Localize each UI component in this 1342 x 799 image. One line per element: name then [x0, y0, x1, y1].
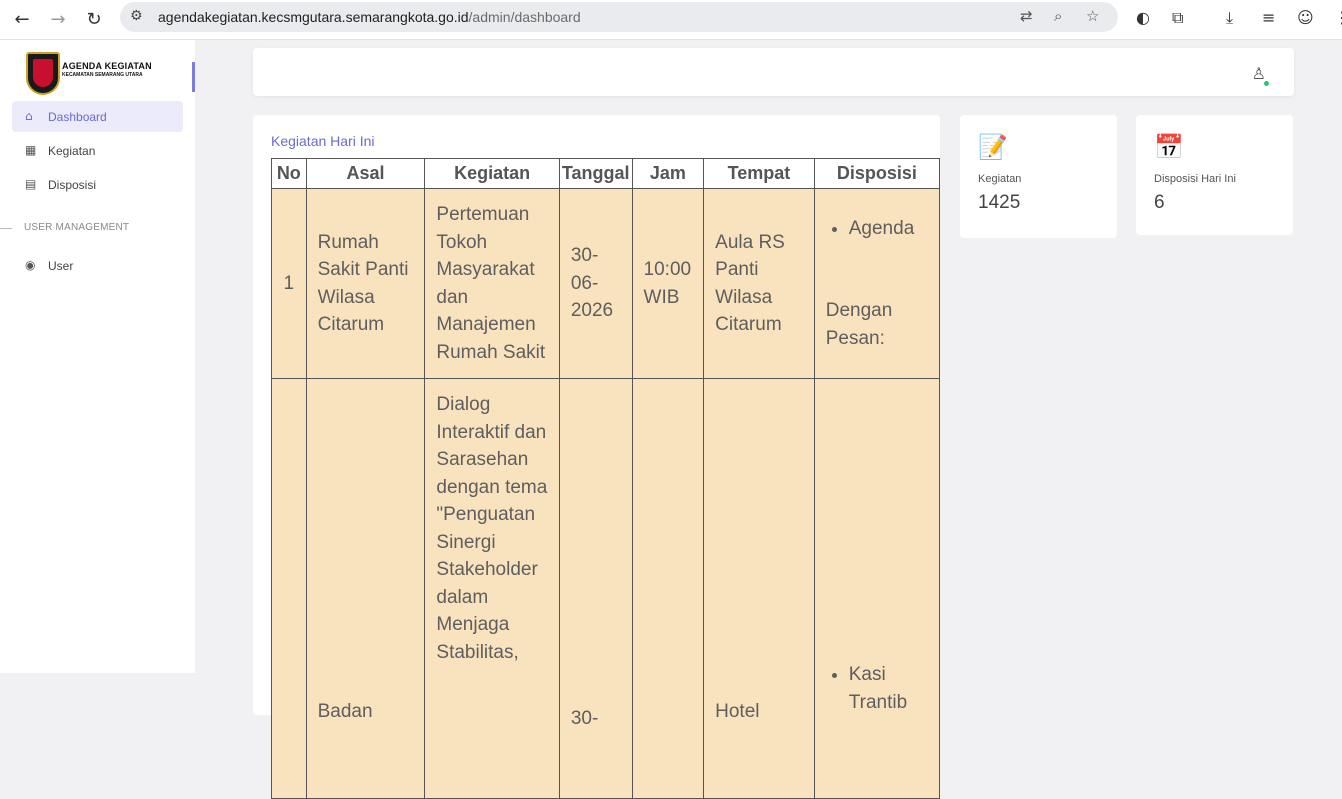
- stat-label: Disposisi Hari Ini: [1154, 173, 1236, 185]
- sidebar-item-label: Disposisi: [48, 178, 97, 192]
- disposisi-item: Agenda: [849, 215, 928, 243]
- column-header: Tempat: [703, 158, 815, 189]
- reload-icon[interactable]: ↻: [80, 6, 108, 34]
- shield-logo-icon: [26, 52, 60, 95]
- disposisi-list: Kasi Trantib: [826, 661, 928, 716]
- bookmark-star-icon[interactable]: ☆: [1086, 7, 1099, 25]
- online-status-dot: [1263, 80, 1270, 87]
- forward-icon[interactable]: →: [44, 6, 72, 34]
- cell-no: 1: [271, 188, 307, 379]
- cell-jam: 10:00 WIB: [631, 188, 705, 379]
- cell-jam: [631, 378, 705, 799]
- cell-asal: Rumah Sakit Panti Wilasa Citarum: [305, 188, 426, 379]
- site-settings-icon[interactable]: ⚙: [130, 8, 143, 24]
- cell-no: [271, 378, 307, 799]
- sidebar-item-user[interactable]: ◉ User: [12, 250, 183, 281]
- cell-disposisi: Kasi Trantib: [813, 378, 941, 799]
- today-activities-card: Kegiatan Hari Ini No Asal Kegiatan Tangg…: [253, 115, 941, 799]
- cell-disposisi: Agenda Dengan Pesan:: [813, 188, 941, 379]
- activities-table: No Asal Kegiatan Tanggal Jam Tempat Disp…: [271, 158, 941, 799]
- stat-card-disposisi: 📅 Disposisi Hari Ini 6: [1136, 115, 1293, 235]
- cell-tempat: Aula RS Panti Wilasa Citarum: [703, 188, 815, 379]
- column-header: Disposisi: [813, 158, 941, 189]
- cell-kegiatan: Pertemuan Tokoh Masyarakat dan Manajemen…: [424, 188, 560, 379]
- logo-subtitle: KECAMATAN SEMARANG UTARA: [62, 72, 143, 78]
- cell-tanggal: 30-: [558, 378, 633, 799]
- stat-value: 1425: [978, 192, 1021, 213]
- sidebar-item-dashboard[interactable]: ⌂ Dashboard: [12, 101, 183, 132]
- stat-value: 6: [1154, 192, 1165, 213]
- active-indicator: [192, 62, 195, 92]
- stat-label: Kegiatan: [978, 173, 1022, 185]
- cell-tanggal: 30-06-2026: [558, 188, 633, 379]
- translate-icon[interactable]: ⇄: [1020, 7, 1033, 25]
- sidebar-item-disposisi[interactable]: ▤ Disposisi: [12, 169, 183, 200]
- logo[interactable]: AGENDA KEGIATAN KECAMATAN SEMARANG UTARA: [26, 52, 186, 96]
- zoom-icon[interactable]: ⌕: [1054, 7, 1062, 25]
- cell-asal-text: Badan: [317, 700, 373, 722]
- calendar-group-icon: 📅: [1154, 133, 1184, 161]
- file-icon: ▤: [25, 177, 37, 191]
- table-row: 1 Rumah Sakit Panti Wilasa Citarum Perte…: [271, 188, 941, 379]
- address-bar[interactable]: ⚙ agendakegiatan.kecsmgutara.semarangkot…: [120, 2, 1118, 32]
- extension-icon[interactable]: ◐: [1136, 8, 1150, 27]
- section-label: USER MANAGEMENT: [24, 222, 130, 233]
- card-title: Kegiatan Hari Ini: [271, 133, 375, 149]
- column-header: No: [271, 158, 307, 189]
- cell-kegiatan: Dialog Interaktif dan Sarasehan dengan t…: [424, 378, 560, 799]
- column-header: Jam: [631, 158, 705, 189]
- sidebar: AGENDA KEGIATAN KECAMATAN SEMARANG UTARA…: [0, 40, 195, 673]
- stat-card-kegiatan: 📝 Kegiatan 1425: [960, 115, 1117, 238]
- menu-icon[interactable]: ⋮: [1334, 8, 1342, 27]
- logo-title: AGENDA KEGIATAN: [62, 61, 152, 71]
- cell-tempat: Hotel: [703, 378, 815, 799]
- section-divider: [0, 228, 12, 229]
- user-circle-icon: ◉: [25, 258, 36, 272]
- download-icon[interactable]: ⤓: [1226, 8, 1233, 28]
- sidebar-item-label: User: [48, 259, 74, 273]
- reading-list-icon[interactable]: ≡: [1262, 8, 1275, 27]
- disposisi-item: Kasi Trantib: [849, 661, 928, 716]
- sidebar-item-kegiatan[interactable]: ▦ Kegiatan: [12, 135, 183, 166]
- sidebar-item-label: Dashboard: [48, 110, 107, 124]
- disposisi-list: Agenda: [826, 215, 928, 243]
- column-header: Asal: [305, 158, 426, 189]
- puzzle-icon[interactable]: ⧉: [1172, 8, 1183, 28]
- browser-toolbar: ← → ↻ ⚙ agendakegiatan.kecsmgutara.semar…: [0, 0, 1342, 40]
- home-icon: ⌂: [25, 109, 33, 123]
- cell-tanggal-text: 30-: [570, 707, 599, 729]
- url-text[interactable]: agendakegiatan.kecsmgutara.semarangkota.…: [158, 9, 581, 25]
- notepad-icon: 📝: [978, 133, 1008, 161]
- table-row: Badan Dialog Interaktif dan Sarasehan de…: [271, 378, 941, 799]
- cell-asal: Badan: [305, 378, 426, 799]
- disposisi-note: Dengan Pesan:: [825, 300, 893, 349]
- table-header-row: No Asal Kegiatan Tanggal Jam Tempat Disp…: [271, 158, 941, 189]
- cell-tempat-text: Hotel: [715, 700, 760, 722]
- back-icon[interactable]: ←: [8, 6, 36, 34]
- top-navbar: ♙: [253, 48, 1294, 96]
- calendar-icon: ▦: [25, 143, 37, 157]
- profile-icon[interactable]: ☺: [1297, 8, 1314, 27]
- column-header: Kegiatan: [424, 158, 560, 189]
- column-header: Tanggal: [558, 158, 633, 189]
- sidebar-item-label: Kegiatan: [48, 144, 96, 158]
